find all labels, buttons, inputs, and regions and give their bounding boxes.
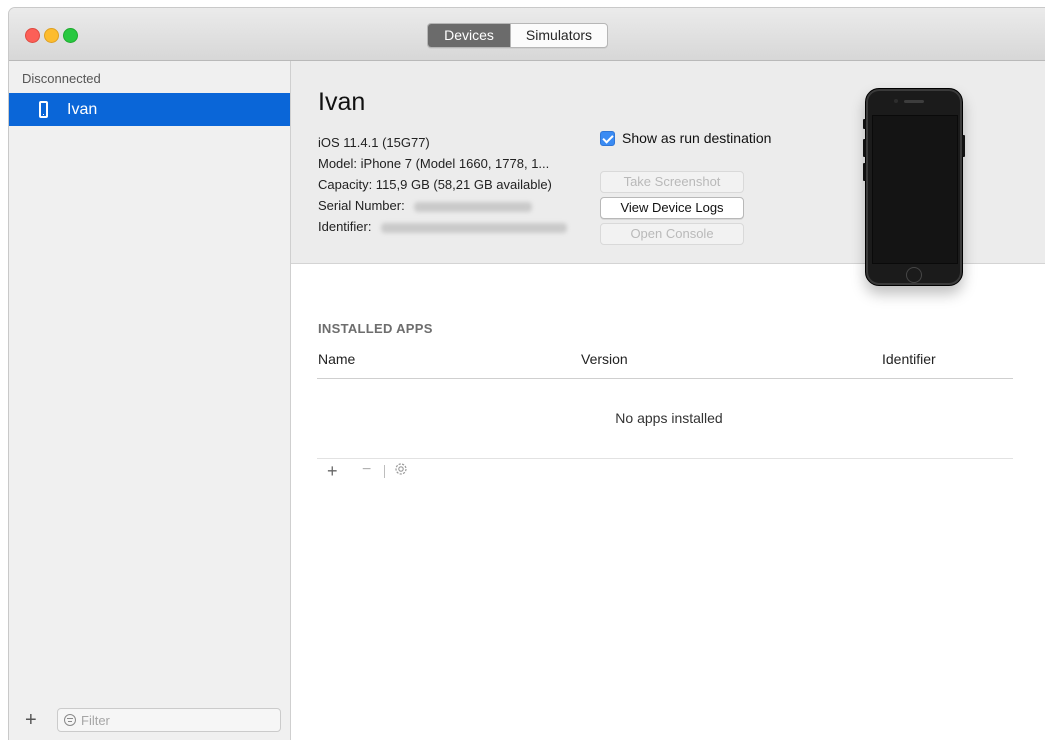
- identifier-label: Identifier:: [318, 219, 372, 234]
- device-detail-pane: Ivan iOS 11.4.1 (15G77) Model: iPhone 7 …: [291, 61, 1045, 740]
- serial-number-row: Serial Number:: [318, 195, 567, 216]
- table-footer-divider: [317, 458, 1013, 459]
- iphone-mute-switch: [863, 119, 866, 129]
- take-screenshot-button[interactable]: Take Screenshot: [600, 171, 744, 193]
- empty-apps-text: No apps installed: [615, 410, 723, 426]
- iphone-icon: [39, 101, 48, 118]
- maximize-window-icon[interactable]: [63, 28, 78, 43]
- column-header-name[interactable]: Name: [318, 351, 355, 367]
- view-device-logs-button[interactable]: View Device Logs: [600, 197, 744, 219]
- identifier-row: Identifier:: [318, 216, 568, 237]
- sidebar-item-label: Ivan: [67, 100, 98, 118]
- ios-version: iOS 11.4.1 (15G77): [318, 135, 430, 150]
- toolbar-separator: [384, 465, 385, 478]
- identifier-redacted: [381, 222, 568, 233]
- column-header-identifier[interactable]: Identifier: [882, 351, 936, 367]
- empty-apps-message: No apps installed: [291, 410, 1045, 426]
- sidebar-section-disconnected: Disconnected: [22, 71, 101, 86]
- open-console-button[interactable]: Open Console: [600, 223, 744, 245]
- show-as-run-destination-row[interactable]: Show as run destination: [600, 130, 771, 146]
- filter-input[interactable]: [81, 712, 261, 728]
- device-model: Model: iPhone 7 (Model 1660, 1778, 1...: [318, 156, 550, 171]
- installed-apps-title: INSTALLED APPS: [318, 321, 433, 336]
- serial-number-redacted: [414, 201, 533, 212]
- filter-field[interactable]: [57, 708, 281, 732]
- show-as-run-destination-label: Show as run destination: [622, 130, 772, 146]
- device-name: Ivan: [318, 88, 366, 116]
- iphone-power-button: [962, 135, 965, 157]
- filter-icon: [64, 714, 76, 726]
- iphone-volume-down: [863, 163, 866, 181]
- add-app-button[interactable]: +: [327, 461, 338, 482]
- iphone-volume-up: [863, 139, 866, 157]
- sidebar-footer: +: [9, 706, 290, 740]
- remove-app-button[interactable]: −: [362, 461, 371, 479]
- iphone-home-button: [906, 267, 922, 283]
- iphone-speaker: [904, 100, 924, 103]
- show-as-run-destination-checkbox[interactable]: [600, 130, 615, 146]
- tab-devices[interactable]: Devices: [428, 24, 510, 47]
- iphone-device-image: [863, 88, 965, 286]
- sidebar: Disconnected Ivan +: [9, 61, 291, 740]
- device-capacity: Capacity: 115,9 GB (58,21 GB available): [318, 177, 552, 192]
- serial-number-label: Serial Number:: [318, 198, 405, 213]
- titlebar: Devices Simulators: [9, 8, 1045, 61]
- gear-icon[interactable]: [393, 461, 409, 477]
- iphone-screen: [872, 115, 958, 264]
- close-window-icon[interactable]: [25, 28, 40, 43]
- tab-simulators[interactable]: Simulators: [510, 24, 607, 47]
- devices-simulators-segmented-control: Devices Simulators: [427, 23, 608, 48]
- sidebar-item-ivan[interactable]: Ivan: [9, 93, 290, 126]
- add-device-button[interactable]: +: [25, 709, 37, 731]
- column-header-version[interactable]: Version: [581, 351, 628, 367]
- table-header-divider: [317, 378, 1013, 379]
- devices-window: Devices Simulators Disconnected Ivan + I…: [9, 8, 1045, 740]
- device-info: iOS 11.4.1 (15G77) Model: iPhone 7 (Mode…: [318, 132, 568, 237]
- minimize-window-icon[interactable]: [44, 28, 59, 43]
- iphone-camera: [894, 99, 898, 103]
